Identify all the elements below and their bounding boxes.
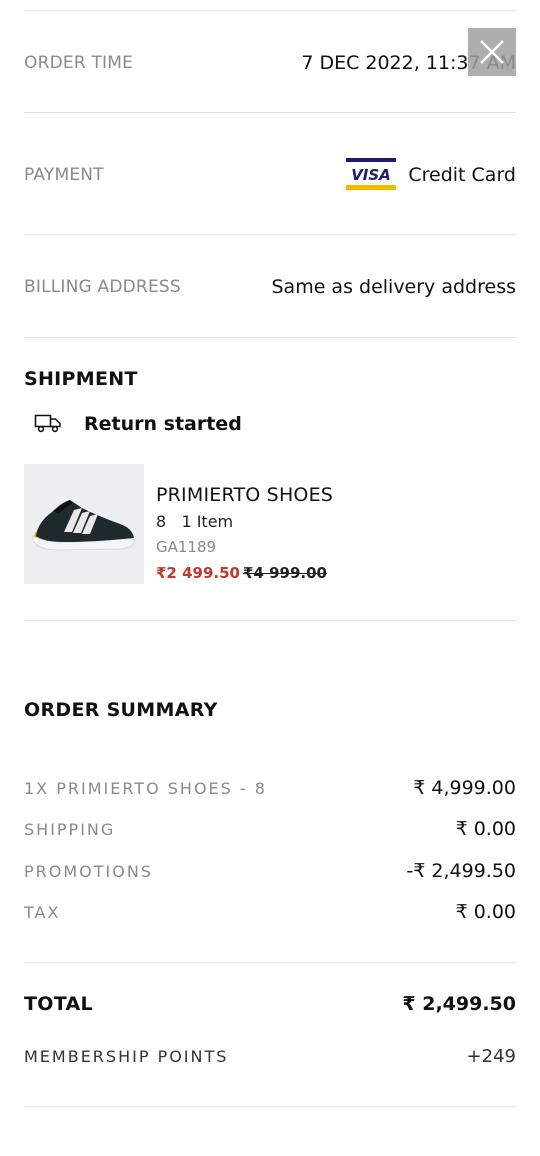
summary-tax-label: TAX — [24, 903, 61, 922]
summary-item-label: 1X PRIMIERTO SHOES - 8 — [24, 779, 267, 798]
product-size-quantity: 8 1 Item — [156, 512, 234, 531]
product-sale-price: ₹2 499.50 — [156, 564, 240, 582]
close-icon — [480, 40, 504, 64]
summary-shipping-label: SHIPPING — [24, 820, 116, 839]
total-label: TOTAL — [24, 993, 93, 1015]
product-original-price: ₹4 999.00 — [243, 564, 327, 582]
summary-promotions-label: PROMOTIONS — [24, 862, 153, 881]
order-summary-title: ORDER SUMMARY — [24, 699, 218, 721]
shipment-status: Return started — [84, 413, 242, 435]
divider-4 — [24, 620, 516, 621]
visa-logo-text: VISA — [351, 166, 391, 184]
payment-label: PAYMENT — [24, 165, 104, 185]
summary-item-value: ₹ 4,999.00 — [413, 777, 516, 799]
product-image[interactable] — [24, 464, 144, 584]
membership-points-label: MEMBERSHIP POINTS — [24, 1047, 229, 1066]
shoe-illustration — [32, 500, 136, 551]
divider-top — [24, 10, 516, 11]
divider-3 — [24, 337, 516, 338]
close-button[interactable] — [468, 28, 516, 76]
divider-1 — [24, 112, 516, 113]
billing-address-label: BILLING ADDRESS — [24, 277, 181, 297]
membership-points-value: +249 — [466, 1046, 516, 1067]
product-sku: GA1189 — [156, 538, 217, 556]
summary-shipping-value: ₹ 0.00 — [455, 818, 516, 840]
divider-5 — [24, 962, 516, 963]
truck-icon — [34, 414, 61, 433]
shipment-title: SHIPMENT — [24, 368, 138, 390]
divider-bottom — [24, 1106, 516, 1107]
summary-tax-value: ₹ 0.00 — [455, 901, 516, 923]
divider-2 — [24, 234, 516, 235]
visa-logo: VISA — [346, 158, 396, 190]
product-name[interactable]: PRIMIERTO SHOES — [156, 484, 333, 506]
billing-address-value: Same as delivery address — [271, 276, 516, 298]
payment-value: Credit Card — [408, 164, 516, 186]
total-value: ₹ 2,499.50 — [402, 993, 516, 1015]
order-time-label: ORDER TIME — [24, 53, 134, 73]
summary-promotions-value: -₹ 2,499.50 — [406, 860, 516, 882]
